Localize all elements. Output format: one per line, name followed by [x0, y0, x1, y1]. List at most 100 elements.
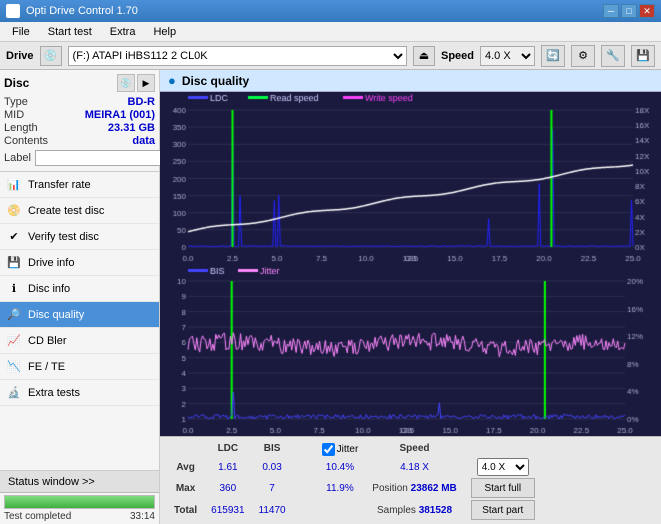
- menu-file[interactable]: File: [4, 24, 38, 40]
- nav-drive-info[interactable]: 💾 Drive info: [0, 250, 159, 276]
- menu-help[interactable]: Help: [145, 24, 184, 40]
- col-ldc-header: LDC: [205, 441, 250, 456]
- disc-mid-row: MID MEIRA1 (001): [4, 109, 155, 121]
- stats-table: LDC BIS Jitter Speed Avg 1.61 0.0: [166, 439, 543, 522]
- disc-contents-value: data: [132, 135, 155, 147]
- titlebar-title: Opti Drive Control 1.70: [26, 5, 138, 17]
- disc-quality-icon: 🔎: [6, 307, 22, 323]
- position-value: 23862 MB: [411, 483, 457, 494]
- disc-info-icon: ℹ: [6, 281, 22, 297]
- create-test-disc-icon: 📀: [6, 203, 22, 219]
- start-full-button[interactable]: Start full: [471, 478, 535, 498]
- minimize-button[interactable]: ─: [603, 4, 619, 18]
- disc-section: Disc 💿 ▶ Type BD-R MID MEIRA1 (001) Leng…: [0, 70, 159, 172]
- status-text-label: Test completed: [4, 511, 71, 522]
- nav-disc-quality[interactable]: 🔎 Disc quality: [0, 302, 159, 328]
- total-label: Total: [168, 501, 203, 520]
- disc-length-value: 23.31 GB: [108, 122, 155, 134]
- jitter-checkbox[interactable]: [322, 443, 335, 456]
- status-window-btn[interactable]: Status window >>: [0, 471, 159, 493]
- disc-type-value: BD-R: [128, 96, 156, 108]
- position-label: Position: [372, 483, 408, 494]
- col-bis-header: BIS: [253, 441, 292, 456]
- transfer-rate-icon: 📊: [6, 177, 22, 193]
- chart-lower-canvas: [160, 265, 661, 437]
- chart-stats: LDC BIS Jitter Speed Avg 1.61 0.0: [160, 436, 661, 524]
- main: Disc 💿 ▶ Type BD-R MID MEIRA1 (001) Leng…: [0, 70, 661, 524]
- app-logo: [6, 4, 20, 18]
- disc-type-row: Type BD-R: [4, 96, 155, 108]
- nav-create-test-disc[interactable]: 📀 Create test disc: [0, 198, 159, 224]
- titlebar-controls[interactable]: ─ □ ✕: [603, 4, 655, 18]
- nav-cd-bler[interactable]: 📈 CD Bler: [0, 328, 159, 354]
- disc-mid-value: MEIRA1 (001): [85, 109, 155, 121]
- disc-label-input[interactable]: [35, 150, 173, 166]
- speed-label: Speed: [441, 50, 474, 62]
- avg-label: Avg: [168, 458, 203, 477]
- progress-bar-container: [4, 495, 155, 509]
- verify-test-disc-icon: ✔: [6, 229, 22, 245]
- nav-extra-tests-label: Extra tests: [28, 387, 80, 399]
- save-button[interactable]: 💾: [631, 45, 655, 67]
- drive-info-icon: 💾: [6, 255, 22, 271]
- cd-bler-icon: 📈: [6, 333, 22, 349]
- nav-disc-quality-label: Disc quality: [28, 309, 84, 321]
- nav-cd-bler-label: CD Bler: [28, 335, 67, 347]
- status-text-row: Test completed 33:14: [0, 511, 159, 524]
- disc-icon-btn2[interactable]: ▶: [137, 74, 155, 92]
- settings-button1[interactable]: ⚙: [571, 45, 595, 67]
- progress-bar-fill: [5, 496, 154, 508]
- samples-label: Samples: [377, 505, 416, 516]
- speed-select2[interactable]: 4.0 X: [477, 458, 529, 476]
- drive-label: Drive: [6, 50, 34, 62]
- drive-select[interactable]: (F:) ATAPI iHBS112 2 CL0K: [68, 46, 407, 66]
- refresh-button[interactable]: 🔄: [541, 45, 565, 67]
- eject-button[interactable]: ⏏: [413, 46, 435, 66]
- chart-lower: [160, 265, 661, 437]
- nav-fe-te[interactable]: 📉 FE / TE: [0, 354, 159, 380]
- nav-verify-test-disc[interactable]: ✔ Verify test disc: [0, 224, 159, 250]
- disc-icons: 💿 ▶: [117, 74, 155, 92]
- drivebar: Drive 💿 (F:) ATAPI iHBS112 2 CL0K ⏏ Spee…: [0, 42, 661, 70]
- nav-create-test-disc-label: Create test disc: [28, 205, 104, 217]
- content-area: ● Disc quality LDC BIS: [160, 70, 661, 524]
- close-button[interactable]: ✕: [639, 4, 655, 18]
- status-time: 33:14: [130, 511, 155, 522]
- nav-transfer-rate[interactable]: 📊 Transfer rate: [0, 172, 159, 198]
- jitter-check: Jitter: [322, 443, 359, 456]
- settings-button2[interactable]: 🔧: [601, 45, 625, 67]
- nav-extra-tests[interactable]: 🔬 Extra tests: [0, 380, 159, 406]
- nav-fe-te-label: FE / TE: [28, 361, 65, 373]
- avg-jitter: 10.4%: [316, 458, 365, 477]
- disc-icon-btn1[interactable]: 💿: [117, 74, 135, 92]
- content-title: Disc quality: [182, 74, 249, 88]
- drive-icon: 💿: [40, 46, 62, 66]
- speed-select[interactable]: 4.0 X: [480, 46, 535, 66]
- disc-contents-label: Contents: [4, 135, 48, 147]
- sidebar: Disc 💿 ▶ Type BD-R MID MEIRA1 (001) Leng…: [0, 70, 160, 524]
- status-section: Status window >> Test completed 33:14: [0, 470, 159, 524]
- menu-start-test[interactable]: Start test: [40, 24, 100, 40]
- extra-tests-icon: 🔬: [6, 385, 22, 401]
- jitter-label: Jitter: [337, 444, 359, 455]
- content-header: ● Disc quality: [160, 70, 661, 92]
- disc-label-label: Label: [4, 152, 31, 164]
- chart-upper-canvas: [160, 92, 661, 265]
- disc-title: Disc: [4, 76, 29, 90]
- nav-disc-info[interactable]: ℹ Disc info: [0, 276, 159, 302]
- max-jitter: 11.9%: [316, 479, 365, 498]
- nav-transfer-rate-label: Transfer rate: [28, 179, 91, 191]
- fe-te-icon: 📉: [6, 359, 22, 375]
- disc-header: Disc 💿 ▶: [4, 74, 155, 92]
- samples-value: 381528: [419, 505, 452, 516]
- maximize-button[interactable]: □: [621, 4, 637, 18]
- start-part-button[interactable]: Start part: [471, 500, 535, 520]
- status-window-label: Status window >>: [8, 476, 95, 488]
- titlebar: Opti Drive Control 1.70 ─ □ ✕: [0, 0, 661, 22]
- disc-type-label: Type: [4, 96, 28, 108]
- max-label: Max: [168, 479, 203, 498]
- disc-length-row: Length 23.31 GB: [4, 122, 155, 134]
- disc-mid-label: MID: [4, 109, 24, 121]
- menu-extra[interactable]: Extra: [102, 24, 144, 40]
- avg-bis: 0.03: [253, 458, 292, 477]
